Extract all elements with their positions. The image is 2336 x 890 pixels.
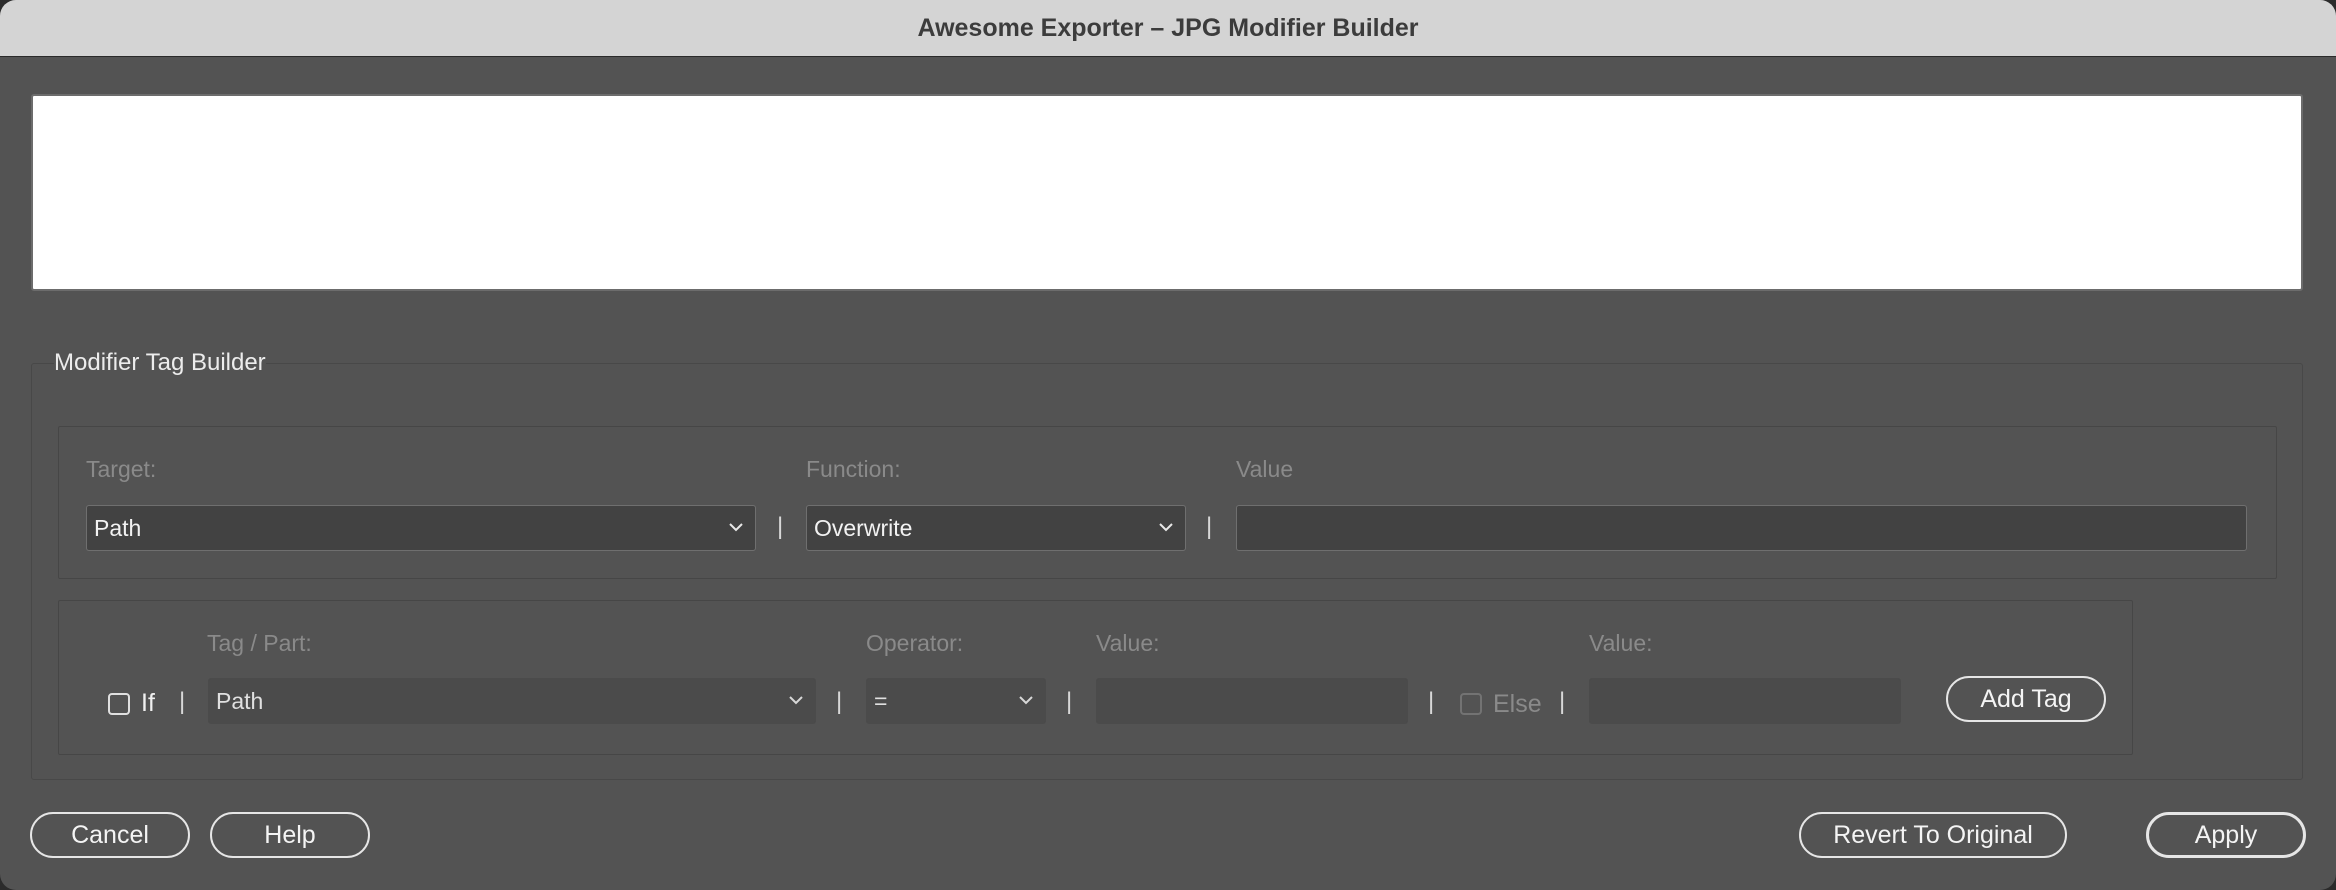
- operator-select-value: =: [874, 687, 888, 714]
- if-label[interactable]: If: [141, 689, 155, 718]
- separator: |: [1559, 688, 1566, 715]
- cancel-button[interactable]: Cancel: [30, 812, 190, 858]
- target-select-value: Path: [94, 514, 142, 541]
- help-button[interactable]: Help: [210, 812, 370, 858]
- operator-label: Operator:: [866, 630, 964, 656]
- value-input[interactable]: [1236, 505, 2247, 551]
- modifier-preview-field[interactable]: [31, 94, 2303, 291]
- target-function-panel: [58, 426, 2277, 579]
- function-select-value: Overwrite: [814, 514, 913, 541]
- group-title: Modifier Tag Builder: [54, 349, 266, 377]
- chevron-down-icon: [1159, 523, 1173, 532]
- separator: |: [777, 513, 784, 540]
- condition-value-label: Value:: [1096, 630, 1160, 656]
- dialog-window: Awesome Exporter – JPG Modifier Builder …: [0, 0, 2336, 890]
- condition-value-input[interactable]: [1096, 678, 1408, 724]
- operator-select[interactable]: =: [866, 678, 1046, 724]
- tag-part-label: Tag / Part:: [207, 630, 312, 656]
- value-label: Value: [1236, 456, 1294, 482]
- else-label[interactable]: Else: [1493, 690, 1542, 719]
- else-value-label: Value:: [1589, 630, 1653, 656]
- title-bar[interactable]: Awesome Exporter – JPG Modifier Builder: [0, 0, 2336, 57]
- apply-button[interactable]: Apply: [2146, 812, 2306, 858]
- tag-part-select-value: Path: [216, 687, 264, 714]
- else-value-input[interactable]: [1589, 678, 1901, 724]
- function-select[interactable]: Overwrite: [806, 505, 1186, 551]
- function-label: Function:: [806, 456, 901, 482]
- separator: |: [1066, 688, 1073, 715]
- separator: |: [1206, 513, 1213, 540]
- revert-to-original-button[interactable]: Revert To Original: [1799, 812, 2067, 858]
- tag-part-select[interactable]: Path: [208, 678, 816, 724]
- chevron-down-icon: [729, 523, 743, 532]
- else-checkbox[interactable]: [1460, 693, 1482, 715]
- if-checkbox[interactable]: [108, 693, 130, 715]
- window-title: Awesome Exporter – JPG Modifier Builder: [917, 13, 1419, 42]
- separator: |: [179, 688, 186, 715]
- separator: |: [1428, 688, 1435, 715]
- chevron-down-icon: [1019, 696, 1033, 705]
- separator: |: [836, 688, 843, 715]
- chevron-down-icon: [789, 696, 803, 705]
- target-select[interactable]: Path: [86, 505, 756, 551]
- target-label: Target:: [86, 456, 157, 482]
- add-tag-button[interactable]: Add Tag: [1946, 676, 2106, 722]
